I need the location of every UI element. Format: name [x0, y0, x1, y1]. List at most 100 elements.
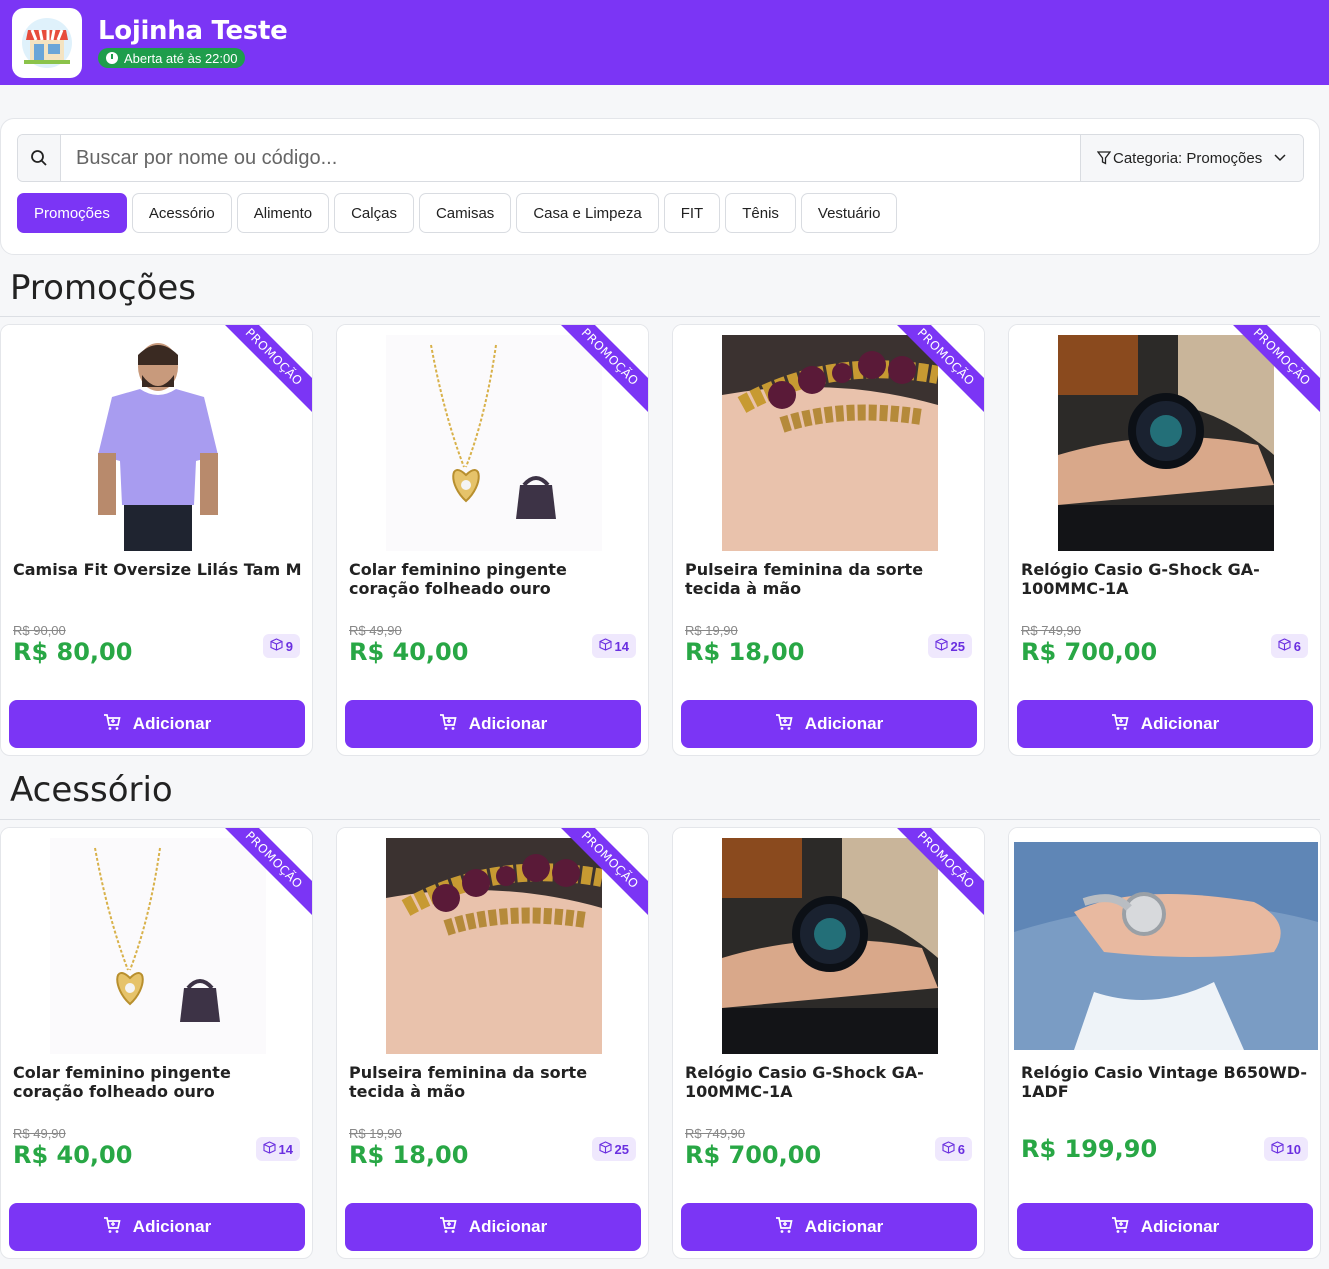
- stock-count: 14: [278, 1141, 293, 1157]
- section-title: Promoções: [10, 268, 196, 308]
- filter-panel: Categoria: Promoções PromoçõesAcessórioA…: [0, 118, 1320, 255]
- cart-plus-icon: [103, 1216, 121, 1239]
- product-card[interactable]: Relógio Casio Vintage B650WD-1ADF R$ 199…: [1008, 827, 1321, 1259]
- status-badge: Aberta até às 22:00: [98, 48, 246, 68]
- add-to-cart-button[interactable]: Adicionar: [9, 1203, 305, 1251]
- product-old-price: R$ 49,90: [13, 1126, 66, 1141]
- section-divider: [0, 819, 1320, 820]
- category-pill[interactable]: Acessório: [131, 193, 232, 233]
- add-to-cart-label: Adicionar: [1140, 1217, 1220, 1236]
- stock-badge: 25: [591, 1137, 636, 1161]
- product-old-price: R$ 19,90: [349, 1126, 402, 1141]
- product-old-price: R$ 19,90: [685, 623, 738, 638]
- category-pill[interactable]: Promoções: [17, 193, 127, 233]
- promo-ribbon: PROMOÇÃO: [220, 325, 312, 417]
- promo-ribbon-label: PROMOÇÃO: [220, 828, 312, 918]
- product-card[interactable]: PROMOÇÃO Colar feminino pingente coração…: [0, 827, 313, 1259]
- add-to-cart-button[interactable]: Adicionar: [681, 700, 977, 748]
- product-card[interactable]: PROMOÇÃO Pulseira feminina da sorte teci…: [336, 827, 649, 1259]
- store-header: Lojinha Teste Aberta até às 22:00: [0, 0, 1329, 85]
- product-price: R$ 40,00: [349, 638, 469, 666]
- add-to-cart-label: Adicionar: [132, 1217, 212, 1236]
- add-to-cart-button[interactable]: Adicionar: [1017, 700, 1313, 748]
- stock-badge: 9: [262, 634, 300, 658]
- status-text: Aberta até às 22:00: [124, 50, 238, 66]
- stock-count: 25: [614, 1141, 629, 1157]
- category-pill[interactable]: Vestuário: [800, 193, 898, 233]
- promo-ribbon-label: PROMOÇÃO: [892, 828, 984, 918]
- product-name: Relógio Casio G-Shock GA-100MMC-1A: [1021, 560, 1260, 598]
- product-card[interactable]: PROMOÇÃO Pulseira feminina da sorte teci…: [672, 324, 985, 756]
- add-to-cart-button[interactable]: Adicionar: [345, 1203, 641, 1251]
- search-input[interactable]: [61, 135, 1080, 181]
- search-bar: Categoria: Promoções: [17, 134, 1304, 182]
- promo-ribbon: PROMOÇÃO: [556, 828, 648, 920]
- box-icon: [598, 638, 612, 654]
- add-to-cart-label: Adicionar: [1140, 714, 1220, 733]
- section-title: Acessório: [10, 770, 173, 810]
- add-to-cart-button[interactable]: Adicionar: [345, 700, 641, 748]
- filter-icon: [1097, 151, 1111, 165]
- stock-count: 6: [1293, 638, 1301, 654]
- category-pill[interactable]: FIT: [663, 193, 721, 233]
- category-pill[interactable]: Calças: [334, 193, 414, 233]
- store-name: Lojinha Teste: [98, 16, 288, 46]
- product-image[interactable]: [1009, 828, 1320, 1063]
- store-logo: [12, 7, 82, 78]
- category-dropdown-label: Categoria: Promoções: [1113, 149, 1263, 167]
- category-pill[interactable]: Tênis: [725, 193, 796, 233]
- box-icon: [942, 1141, 955, 1157]
- cart-plus-icon: [1111, 713, 1129, 736]
- promo-ribbon-label: PROMOÇÃO: [556, 828, 648, 918]
- stock-count: 14: [614, 638, 629, 654]
- box-icon: [270, 638, 283, 654]
- product-grid: PROMOÇÃO Camisa Fit Oversize Lilás Tam M…: [0, 324, 1321, 756]
- add-to-cart-button[interactable]: Adicionar: [9, 700, 305, 748]
- box-icon: [598, 1141, 612, 1157]
- promo-ribbon: PROMOÇÃO: [892, 325, 984, 417]
- add-to-cart-label: Adicionar: [804, 1217, 884, 1236]
- product-card[interactable]: PROMOÇÃO Relógio Casio G-Shock GA-100MMC…: [672, 827, 985, 1259]
- cart-plus-icon: [439, 1216, 457, 1239]
- promo-ribbon: PROMOÇÃO: [1228, 325, 1320, 417]
- product-old-price: R$ 749,90: [1021, 623, 1081, 638]
- box-icon: [934, 638, 948, 654]
- product-old-price: R$ 49,90: [349, 623, 402, 638]
- promo-ribbon-label: PROMOÇÃO: [556, 325, 648, 415]
- stock-badge: 14: [591, 634, 636, 658]
- product-price: R$ 18,00: [349, 1141, 469, 1169]
- product-name: Colar feminino pingente coração folheado…: [13, 1063, 231, 1101]
- product-card[interactable]: PROMOÇÃO Colar feminino pingente coração…: [336, 324, 649, 756]
- category-pills: Promoções Acessório Alimento Calças Camisas C…: [17, 193, 898, 233]
- product-card[interactable]: PROMOÇÃO Relógio Casio G-Shock GA-100MMC…: [1008, 324, 1321, 756]
- stock-count: 6: [957, 1141, 965, 1157]
- search-icon: [18, 135, 61, 181]
- category-dropdown[interactable]: Categoria: Promoções: [1080, 135, 1303, 181]
- product-name: Pulseira feminina da sorte tecida à mão: [349, 1063, 588, 1101]
- stock-badge: 10: [1263, 1137, 1308, 1161]
- cart-plus-icon: [775, 713, 793, 736]
- product-price: R$ 80,00: [13, 638, 133, 666]
- clock-icon: [106, 52, 118, 64]
- promo-ribbon: PROMOÇÃO: [892, 828, 984, 920]
- stock-badge: 6: [1270, 634, 1308, 658]
- add-to-cart-button[interactable]: Adicionar: [681, 1203, 977, 1251]
- box-icon: [1270, 1141, 1284, 1157]
- product-name: Relógio Casio Vintage B650WD-1ADF: [1021, 1063, 1308, 1101]
- add-to-cart-label: Adicionar: [132, 714, 212, 733]
- category-pill[interactable]: Casa e Limpeza: [516, 193, 659, 233]
- product-price: R$ 18,00: [685, 638, 805, 666]
- product-card[interactable]: PROMOÇÃO Camisa Fit Oversize Lilás Tam M…: [0, 324, 313, 756]
- stock-count: 25: [950, 638, 965, 654]
- add-to-cart-label: Adicionar: [468, 714, 548, 733]
- category-pill[interactable]: Alimento: [236, 193, 330, 233]
- cart-plus-icon: [439, 713, 457, 736]
- product-name: Camisa Fit Oversize Lilás Tam M: [13, 560, 302, 579]
- category-pill[interactable]: Camisas: [418, 193, 512, 233]
- product-name: Colar feminino pingente coração folheado…: [349, 560, 567, 598]
- add-to-cart-button[interactable]: Adicionar: [1017, 1203, 1313, 1251]
- stock-badge: 14: [255, 1137, 300, 1161]
- product-name: Relógio Casio G-Shock GA-100MMC-1A: [685, 1063, 924, 1101]
- add-to-cart-label: Adicionar: [804, 714, 884, 733]
- stock-count: 10: [1286, 1141, 1301, 1157]
